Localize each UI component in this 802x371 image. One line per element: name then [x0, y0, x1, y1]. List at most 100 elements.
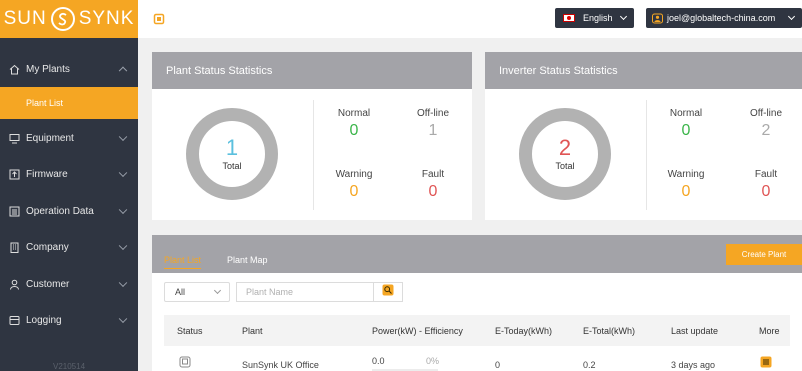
chevron-down-icon — [213, 286, 222, 295]
document-icon[interactable] — [153, 12, 165, 25]
stat-label: Fault — [421, 169, 445, 180]
sidebar: SUN SYNK My Plants Plant List Equipment … — [0, 0, 138, 371]
more-actions-icon[interactable] — [760, 356, 772, 370]
list-icon — [8, 205, 20, 217]
chevron-down-icon — [118, 278, 128, 288]
tab-plant-list[interactable]: Plant List — [164, 255, 202, 269]
plant-offline-stat: Off-line 1 — [403, 108, 463, 140]
column-status: Status — [177, 326, 203, 336]
chevron-up-icon — [118, 66, 128, 76]
monitor-icon — [8, 132, 20, 144]
sunsynk-logo-icon — [50, 7, 75, 31]
column-e-total: E-Total(kWh) — [583, 326, 636, 336]
sidebar-item-logging[interactable]: Logging — [0, 302, 138, 338]
sidebar-item-equipment[interactable]: Equipment — [0, 120, 138, 156]
plant-name[interactable]: SunSynk UK Office — [242, 360, 319, 370]
search-icon — [382, 283, 394, 301]
inverter-warning-stat: Warning 0 — [656, 169, 716, 201]
plant-table-header: Status Plant Power(kW) - Efficiency E-To… — [164, 315, 790, 346]
stat-value: 2 — [761, 122, 771, 139]
building-icon — [8, 241, 20, 253]
user-menu[interactable]: joel@globaltech-china.com — [646, 8, 802, 28]
user-icon — [8, 278, 20, 290]
plant-name-search-input[interactable] — [236, 282, 373, 302]
stat-value: 0 — [681, 122, 691, 139]
plant-list-panel: Plant List Plant Map Create Plant All St… — [152, 235, 802, 371]
plant-status-card: Plant Status Statistics 1 Total Normal 0… — [152, 52, 472, 220]
plant-status-icon — [179, 356, 191, 370]
plant-total-value: 1 — [225, 135, 239, 160]
inverter-status-card: Inverter Status Statistics 2 Total Norma… — [485, 52, 802, 220]
sidebar-item-label: Firmware — [26, 168, 68, 180]
tab-plant-map[interactable]: Plant Map — [227, 255, 268, 265]
column-last-update: Last update — [671, 326, 719, 336]
status-filter-value: All — [175, 287, 186, 297]
plant-e-today: 0 — [495, 360, 501, 370]
sidebar-item-operation-data[interactable]: Operation Data — [0, 193, 138, 229]
user-email: joel@globaltech-china.com — [667, 13, 776, 23]
column-more: More — [759, 326, 780, 336]
chevron-down-icon — [118, 168, 128, 178]
language-flag-icon — [563, 14, 575, 22]
log-icon — [8, 314, 20, 326]
stat-label: Off-line — [416, 108, 450, 119]
sidebar-item-label: My Plants — [26, 63, 70, 75]
chevron-down-icon — [118, 314, 128, 324]
column-e-today: E-Today(kWh) — [495, 326, 553, 336]
stat-label: Normal — [669, 108, 703, 119]
inverter-fault-stat: Fault 0 — [736, 169, 796, 201]
plant-power: 0.0 — [372, 356, 385, 366]
sidebar-subitem-plant-list[interactable]: Plant List — [0, 87, 138, 119]
sunsynk-logo[interactable]: SUN SYNK — [0, 0, 138, 38]
stat-label: Warning — [667, 169, 705, 180]
sidebar-item-label: Operation Data — [26, 205, 94, 217]
plant-fault-stat: Fault 0 — [403, 169, 463, 201]
sidebar-item-company[interactable]: Company — [0, 229, 138, 265]
stat-label: Off-line — [749, 108, 783, 119]
divider — [646, 100, 647, 210]
inverter-total-ring: 2 Total — [519, 108, 611, 200]
plant-total-label: Total — [222, 161, 242, 171]
plant-status-title: Plant Status Statistics — [152, 52, 472, 89]
search-button[interactable] — [373, 282, 403, 302]
plant-normal-stat: Normal 0 — [324, 108, 384, 140]
stat-value: 0 — [428, 183, 438, 200]
language-selector[interactable]: English — [555, 8, 634, 28]
sidebar-item-customer[interactable]: Customer — [0, 266, 138, 302]
logo-text-left: SUN — [3, 8, 47, 29]
stat-value: 0 — [349, 183, 359, 200]
version-label: V210514 — [52, 362, 86, 371]
home-icon — [8, 63, 20, 75]
chevron-down-icon — [787, 12, 796, 21]
create-plant-button[interactable]: Create Plant — [726, 244, 802, 265]
plant-total-ring: 1 Total — [186, 108, 278, 200]
plant-panel-header: Plant List Plant Map Create Plant — [152, 235, 802, 273]
inverter-total-value: 2 — [558, 135, 572, 160]
status-filter-select[interactable]: All — [164, 282, 230, 302]
inverter-offline-stat: Off-line 2 — [736, 108, 796, 140]
plant-warning-stat: Warning 0 — [324, 169, 384, 201]
sidebar-item-label: Customer — [26, 278, 70, 290]
chevron-down-icon — [118, 205, 128, 215]
top-bar: English joel@globaltech-china.com — [138, 0, 802, 38]
sidebar-item-label: Company — [26, 241, 69, 253]
chevron-down-icon — [118, 241, 128, 251]
stat-value: 0 — [761, 183, 771, 200]
upload-icon — [8, 168, 20, 180]
column-power-efficiency: Power(kW) - Efficiency — [372, 326, 463, 336]
sidebar-item-label: Logging — [26, 314, 62, 326]
table-row[interactable]: SunSynk UK Office 0.0 0% 0 0.2 3 days ag… — [164, 346, 790, 371]
stat-value: 0 — [681, 183, 691, 200]
stat-value: 1 — [428, 122, 438, 139]
sidebar-item-firmware[interactable]: Firmware — [0, 156, 138, 192]
stat-value: 0 — [349, 122, 359, 139]
language-label: English — [583, 13, 613, 23]
sidebar-item-label: Equipment — [26, 132, 74, 144]
user-account-icon — [652, 13, 663, 24]
chevron-down-icon — [619, 12, 628, 21]
stat-label: Normal — [337, 108, 371, 119]
plant-last-update: 3 days ago — [671, 360, 716, 370]
inverter-total-label: Total — [555, 161, 575, 171]
column-plant: Plant — [242, 326, 263, 336]
sidebar-item-my-plants[interactable]: My Plants — [0, 51, 138, 87]
